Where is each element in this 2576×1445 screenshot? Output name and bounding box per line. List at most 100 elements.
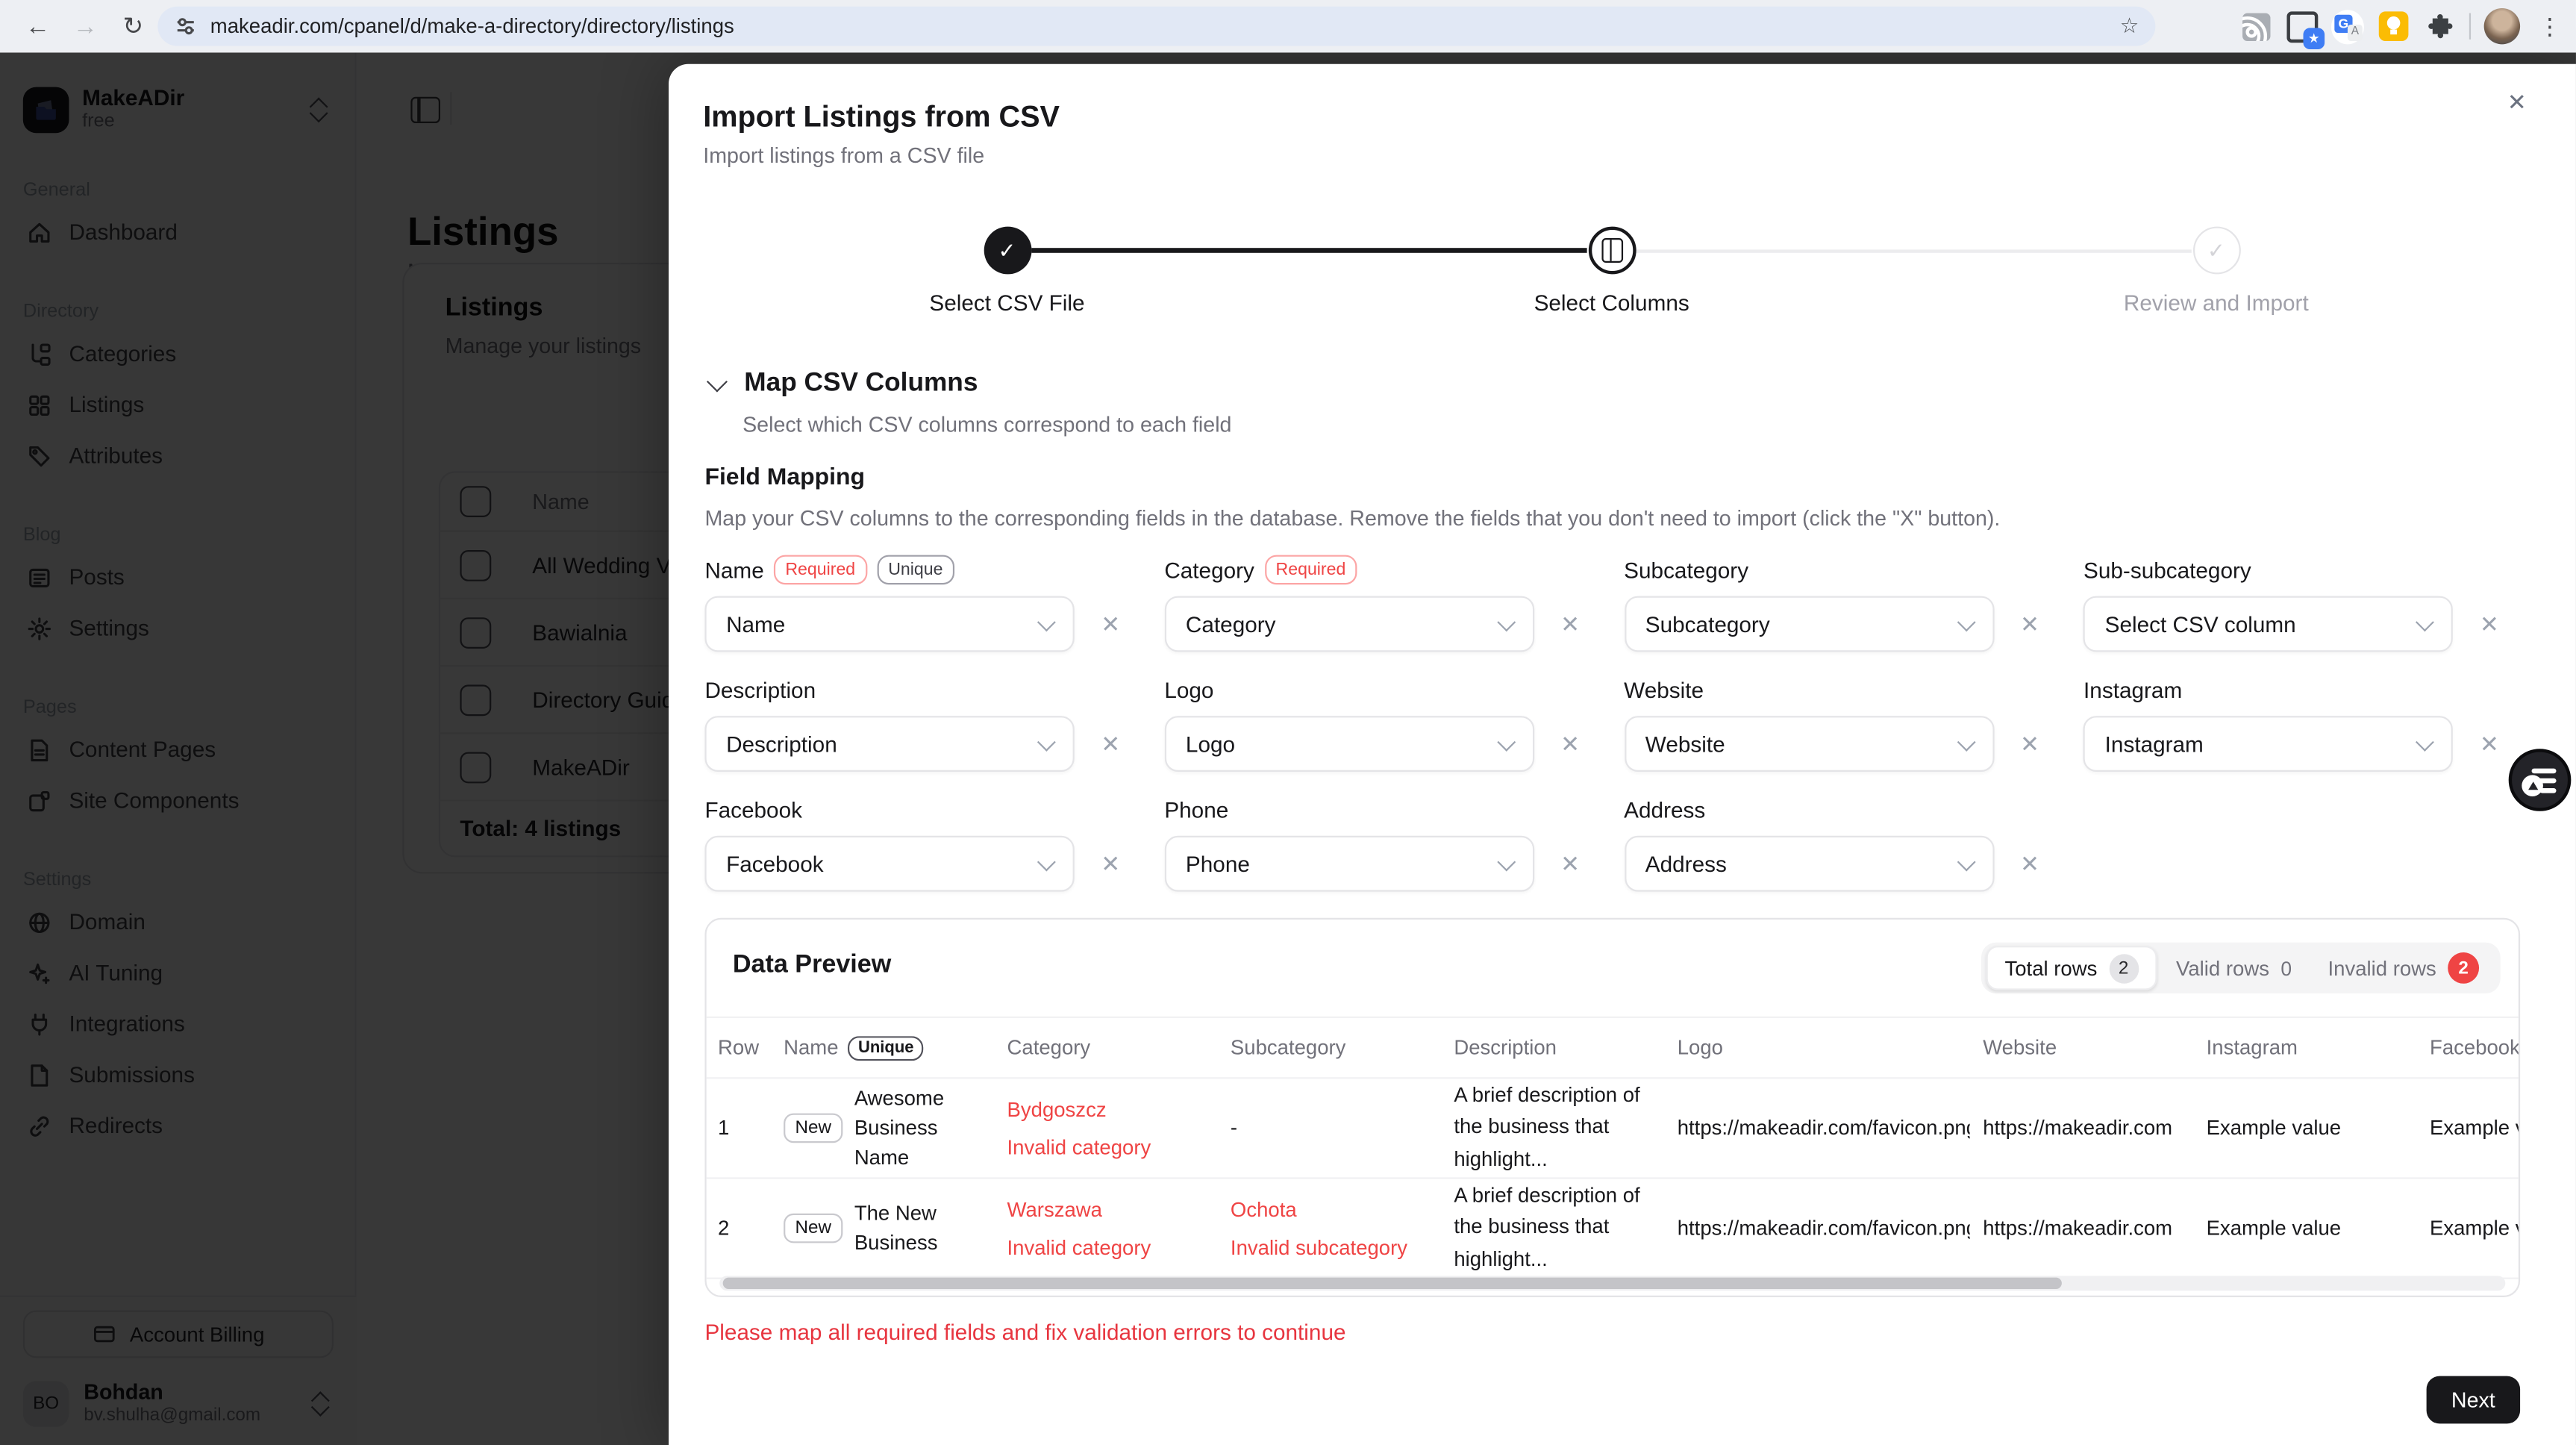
chevron-down-icon: [1496, 612, 1516, 631]
description-column-select[interactable]: Description: [704, 716, 1075, 772]
field-mapping-grid: Name Required Unique Name ✕ Category Req…: [704, 553, 2542, 892]
chevron-down-icon: [1496, 852, 1516, 871]
horizontal-scrollbar[interactable]: [719, 1276, 2506, 1291]
feedback-widget-icon: [2522, 775, 2543, 796]
remove-field-button[interactable]: ✕: [1555, 609, 1585, 639]
field-label-name: Name: [704, 557, 764, 582]
map-csv-columns-header[interactable]: Map CSV Columns: [706, 369, 978, 399]
chevron-down-icon: [1037, 612, 1056, 631]
chevron-down-icon: [1956, 852, 1975, 871]
required-badge: Required: [773, 555, 867, 584]
chevron-down-icon: [1496, 731, 1516, 751]
close-icon[interactable]: ✕: [2501, 85, 2533, 118]
map-csv-columns-subtitle: Select which CSV columns correspond to e…: [743, 412, 1232, 437]
extensions-puzzle-icon[interactable]: [2423, 10, 2456, 43]
step-review-and-import[interactable]: ✓ Review and Import: [2069, 226, 2364, 315]
profile-avatar[interactable]: [2483, 8, 2521, 45]
chevron-down-icon: [1037, 731, 1056, 751]
tab-total-rows[interactable]: Total rows 2: [1986, 946, 2157, 990]
modal-subtitle: Import listings from a CSV file: [703, 143, 985, 168]
new-badge: New: [784, 1213, 843, 1243]
columns-icon: [1601, 238, 1622, 263]
field-label-subcategory: Subcategory: [1624, 557, 1749, 582]
back-button[interactable]: ←: [16, 5, 59, 48]
check-icon: ✓: [998, 237, 1016, 262]
category-column-select[interactable]: Category: [1164, 596, 1534, 652]
validation-error: Invalid category: [1007, 1235, 1151, 1259]
field-label-category: Category: [1164, 557, 1254, 582]
field-label-sub-subcategory: Sub-subcategory: [2083, 557, 2251, 582]
import-stepper: ✓ Select CSV File Select Columns ✓ Revie…: [669, 226, 2576, 322]
field-label-instagram: Instagram: [2083, 677, 2183, 702]
validation-error: Invalid subcategory: [1230, 1235, 1408, 1259]
step-select-csv-file[interactable]: ✓ Select CSV File: [859, 226, 1154, 315]
browser-toolbar: ← → ↻ makeadir.com/cpanel/d/make-a-direc…: [0, 0, 2576, 53]
forward-button[interactable]: →: [64, 5, 107, 48]
bookmark-star-icon[interactable]: ☆: [2120, 13, 2139, 40]
phone-column-select[interactable]: Phone: [1164, 835, 1534, 892]
field-label-description: Description: [704, 677, 816, 702]
chevron-down-icon: [706, 370, 728, 392]
chevron-down-icon: [2416, 612, 2435, 631]
remove-field-button[interactable]: ✕: [1095, 849, 1125, 878]
chevron-down-icon: [2416, 731, 2435, 751]
scrollbar-thumb[interactable]: [722, 1277, 2063, 1289]
unique-badge: Unique: [876, 555, 954, 584]
browser-menu-icon[interactable]: ⋮: [2533, 10, 2566, 43]
preview-stat-tabs: Total rows 2 Valid rows 0 Invalid rows 2: [1981, 942, 2501, 993]
tune-icon: [177, 18, 194, 35]
modal-title: Import Listings from CSV: [703, 100, 1060, 134]
required-badge: Required: [1264, 555, 1357, 584]
address-column-select[interactable]: Address: [1624, 835, 1994, 892]
field-label-logo: Logo: [1164, 677, 1214, 702]
sub-subcategory-column-select[interactable]: Select CSV column: [2083, 596, 2454, 652]
next-button[interactable]: Next: [2426, 1376, 2521, 1424]
import-csv-modal: ✕ Import Listings from CSV Import listin…: [669, 63, 2576, 1445]
facebook-column-select[interactable]: Facebook: [704, 835, 1075, 892]
chevron-down-icon: [1037, 852, 1056, 871]
valid-rows-count: 0: [2280, 956, 2292, 980]
validation-error-message: Please map all required fields and fix v…: [704, 1320, 1346, 1345]
invalid-rows-count: 2: [2448, 952, 2480, 984]
remove-field-button[interactable]: ✕: [2475, 609, 2504, 639]
toolbar-divider: [2469, 13, 2472, 40]
remove-field-button[interactable]: ✕: [1095, 609, 1125, 639]
unique-badge: Unique: [848, 1035, 924, 1061]
url-bar[interactable]: makeadir.com/cpanel/d/make-a-directory/d…: [157, 6, 2156, 46]
remove-field-button[interactable]: ✕: [1555, 729, 1585, 759]
new-badge: New: [784, 1113, 843, 1143]
data-preview-title: Data Preview: [732, 950, 892, 979]
preview-row-1: 1 New Awesome Business Name Bydgoszcz In…: [706, 1079, 2519, 1179]
logo-column-select[interactable]: Logo: [1164, 716, 1534, 772]
tab-invalid-rows[interactable]: Invalid rows 2: [2312, 947, 2496, 988]
rss-extension-icon[interactable]: [2239, 10, 2272, 43]
url-text: makeadir.com/cpanel/d/make-a-directory/d…: [210, 14, 734, 38]
check-icon: ✓: [2207, 237, 2225, 262]
chevron-down-icon: [1956, 612, 1975, 631]
remove-field-button[interactable]: ✕: [2015, 609, 2045, 639]
website-column-select[interactable]: Website: [1624, 716, 1994, 772]
chevron-down-icon: [1956, 731, 1975, 751]
keep-extension-icon[interactable]: [2378, 10, 2410, 43]
remove-field-button[interactable]: ✕: [2015, 849, 2045, 878]
field-label-address: Address: [1624, 797, 1706, 823]
instagram-column-select[interactable]: Instagram: [2083, 716, 2454, 772]
bookmark-extension-icon[interactable]: ★: [2285, 10, 2325, 49]
reload-button[interactable]: ↻: [112, 5, 154, 48]
tab-valid-rows[interactable]: Valid rows 0: [2160, 947, 2308, 988]
step-select-columns[interactable]: Select Columns: [1464, 226, 1760, 315]
translate-extension-icon[interactable]: GA: [2330, 9, 2364, 44]
field-mapping-description: Map your CSV columns to the correspondin…: [704, 505, 2001, 531]
feedback-widget-button[interactable]: [2508, 749, 2572, 811]
remove-field-button[interactable]: ✕: [1555, 849, 1585, 878]
data-preview-card: Data Preview Total rows 2 Valid rows 0 I…: [704, 917, 2521, 1297]
name-column-select[interactable]: Name: [704, 596, 1075, 652]
remove-field-button[interactable]: ✕: [2015, 729, 2045, 759]
validation-error: Invalid category: [1007, 1135, 1151, 1159]
preview-row-2: 2 New The New Business Warszawa Invalid …: [706, 1179, 2519, 1279]
subcategory-column-select[interactable]: Subcategory: [1624, 596, 1994, 652]
remove-field-button[interactable]: ✕: [2475, 729, 2504, 759]
preview-table-header: Row Name Unique Category Subcategory Des…: [706, 1018, 2519, 1079]
field-label-phone: Phone: [1164, 797, 1229, 823]
remove-field-button[interactable]: ✕: [1095, 729, 1125, 759]
